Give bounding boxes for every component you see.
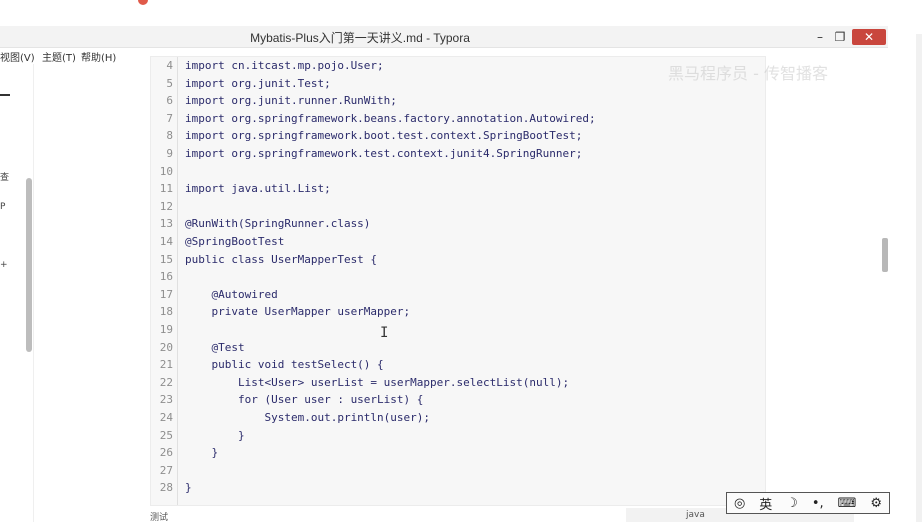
top-strip xyxy=(0,0,922,26)
sidebar-label-p[interactable]: P xyxy=(0,202,5,212)
code-line[interactable]: } xyxy=(185,481,192,494)
code-line[interactable]: @Autowired xyxy=(185,288,277,301)
title-bar: Mybatis-Plus入门第一天讲义.md - Typora – ❐ ✕ xyxy=(0,26,888,48)
watermark: 黑马程序员 - 传智播客 xyxy=(668,64,828,83)
code-line[interactable]: import org.springframework.test.context.… xyxy=(185,147,582,160)
line-number: 18 xyxy=(159,305,173,319)
line-number: 11 xyxy=(159,182,173,196)
code-line[interactable]: private UserMapper userMapper; xyxy=(185,305,410,318)
window-title: Mybatis-Plus入门第一天讲义.md - Typora xyxy=(250,31,470,45)
collapse-icon[interactable] xyxy=(0,94,10,96)
restore-button[interactable]: ❐ xyxy=(832,29,848,45)
line-number: 26 xyxy=(159,446,173,460)
code-line[interactable]: for (User user : userList) { xyxy=(185,393,423,406)
line-number: 27 xyxy=(159,463,173,477)
text-cursor-icon: I xyxy=(380,325,389,341)
sidebar-label-search[interactable]: 查 xyxy=(0,170,9,183)
line-number: 22 xyxy=(159,375,173,389)
line-number: 21 xyxy=(159,358,173,372)
menu-bar: 视图(V) 主题(T) 帮助(H) xyxy=(0,48,150,64)
line-number: 7 xyxy=(166,111,173,125)
code-line[interactable]: import java.util.List; xyxy=(185,182,331,195)
line-number: 20 xyxy=(159,340,173,354)
code-line[interactable]: import org.springframework.boot.test.con… xyxy=(185,129,582,142)
code-line[interactable]: import org.springframework.beans.factory… xyxy=(185,112,596,125)
code-line[interactable]: import cn.itcast.mp.pojo.User; xyxy=(185,59,384,72)
code-line[interactable]: @SpringBootTest xyxy=(185,235,284,248)
code-line[interactable]: import org.junit.runner.RunWith; xyxy=(185,94,397,107)
keyboard-icon[interactable]: ⌨ xyxy=(838,496,857,511)
menu-item-view[interactable]: 视图(V) xyxy=(0,49,35,64)
ime-logo-icon[interactable]: ◎ xyxy=(734,496,745,511)
close-button[interactable]: ✕ xyxy=(852,29,886,45)
line-number: 24 xyxy=(159,411,173,424)
menu-item-help[interactable]: 帮助(H) xyxy=(81,49,116,64)
line-number: 28 xyxy=(159,481,173,495)
code-line[interactable]: @Test xyxy=(185,341,244,354)
footer-text: 测试 xyxy=(150,513,169,522)
window-edge xyxy=(916,34,922,522)
line-number: 9 xyxy=(166,147,173,160)
editor-scrollbar[interactable] xyxy=(882,238,888,272)
moon-icon[interactable]: ☽ xyxy=(786,496,798,511)
sidebar-add-icon[interactable]: + xyxy=(0,260,8,270)
code-line[interactable]: public class UserMapperTest { xyxy=(185,253,377,266)
code-line[interactable]: } xyxy=(185,429,245,442)
line-number: 13 xyxy=(159,217,173,231)
code-line[interactable]: @RunWith(SpringRunner.class) xyxy=(185,217,370,230)
code-line[interactable]: List<User> userList = userMapper.selectL… xyxy=(185,376,569,389)
line-number: 14 xyxy=(159,235,173,248)
code-line[interactable]: } xyxy=(185,446,218,459)
line-number: 12 xyxy=(159,199,173,213)
gear-icon[interactable]: ⚙ xyxy=(870,496,882,511)
sidebar-scrollbar[interactable] xyxy=(26,178,32,352)
line-number: 25 xyxy=(159,428,173,442)
ime-lang-toggle[interactable]: 英 xyxy=(759,494,772,513)
line-number: 16 xyxy=(159,270,173,284)
code-block[interactable]: 4 import cn.itcast.mp.pojo.User; 5 import o… xyxy=(150,56,766,506)
line-number: 15 xyxy=(159,252,173,266)
code-line[interactable]: System.out.println(user); xyxy=(185,411,430,424)
code-line[interactable]: public void testSelect() { xyxy=(185,358,383,371)
line-number: 19 xyxy=(159,323,173,336)
line-number: 5 xyxy=(166,76,173,90)
line-number: 10 xyxy=(159,164,173,178)
punctuation-icon[interactable]: •, xyxy=(812,496,824,511)
minimize-button[interactable]: – xyxy=(812,29,828,45)
code-line[interactable]: import org.junit.Test; xyxy=(185,77,331,90)
line-number: 8 xyxy=(166,129,173,143)
line-number: 4 xyxy=(166,59,173,72)
line-number: 6 xyxy=(166,94,173,108)
line-number: 23 xyxy=(159,393,173,407)
sidebar: 查 P + xyxy=(0,64,34,522)
code-language-label[interactable]: java xyxy=(686,510,705,520)
menu-item-theme[interactable]: 主题(T) xyxy=(42,49,76,64)
status-dot-icon xyxy=(138,0,148,5)
line-number: 17 xyxy=(159,287,173,301)
ime-toolbar: ◎ 英 ☽ •, ⌨ ⚙ xyxy=(726,492,890,514)
